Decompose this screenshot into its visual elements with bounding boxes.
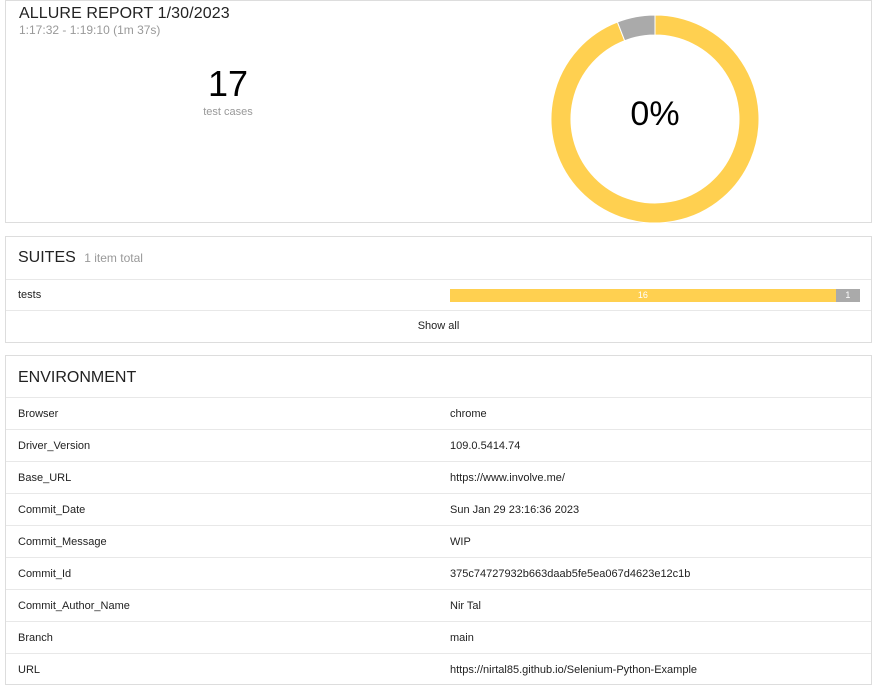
suite-name: tests <box>18 289 42 301</box>
environment-title: ENVIRONMENT <box>18 369 137 386</box>
env-row: URL https://nirtal85.github.io/Selenium-… <box>6 654 871 686</box>
env-key: Base_URL <box>18 472 72 484</box>
env-value: https://www.involve.me/ <box>450 472 565 484</box>
env-row: Commit_Author_Name Nir Tal <box>6 590 871 622</box>
env-key: Commit_Id <box>18 568 72 580</box>
report-title: ALLURE REPORT 1/30/2023 <box>19 5 230 22</box>
env-key: Commit_Message <box>18 536 107 548</box>
suites-item-count: 1 item total <box>84 251 143 265</box>
suite-bar-segment-skipped[interactable]: 1 <box>835 289 860 302</box>
test-case-count: 17 <box>207 63 249 104</box>
env-value: 375c74727932b663daab5fe5ea067d4623e12c1b <box>450 568 691 580</box>
show-all-link[interactable]: Show all <box>6 311 871 342</box>
report-time-range: 1:17:32 - 1:19:10 (1m 37s) <box>19 23 161 37</box>
env-row: Browser chrome <box>6 398 871 430</box>
env-value: WIP <box>450 536 471 548</box>
env-value: main <box>450 632 474 644</box>
env-row: Commit_Id 375c74727932b663daab5fe5ea067d… <box>6 558 871 590</box>
suites-header: SUITES 1 item total <box>6 237 871 280</box>
env-key: URL <box>18 664 41 676</box>
env-value: https://nirtal85.github.io/Selenium-Pyth… <box>450 664 698 676</box>
env-row: Driver_Version 109.0.5414.74 <box>6 430 871 462</box>
env-row: Commit_Date Sun Jan 29 23:16:36 2023 <box>6 494 871 526</box>
donut-segment-skipped[interactable] <box>616 14 656 42</box>
test-case-count-label: test cases <box>203 106 253 118</box>
env-value: Sun Jan 29 23:16:36 2023 <box>450 504 580 516</box>
environment-widget: ENVIRONMENT Browser chrome Driver_Versio… <box>5 355 872 685</box>
env-key: Branch <box>18 632 53 644</box>
suite-row[interactable]: tests 16 1 <box>6 280 871 311</box>
success-rate: 0% <box>630 95 680 133</box>
env-key: Commit_Author_Name <box>18 600 130 612</box>
env-key: Browser <box>18 408 59 420</box>
summary-widget: ALLURE REPORT 1/30/2023 1:17:32 - 1:19:1… <box>5 0 872 224</box>
environment-table: Browser chrome Driver_Version 109.0.5414… <box>6 398 871 686</box>
env-value: Nir Tal <box>450 600 481 612</box>
environment-header: ENVIRONMENT <box>6 356 871 398</box>
env-value: chrome <box>450 408 487 420</box>
env-row: Branch main <box>6 622 871 654</box>
env-row: Base_URL https://www.involve.me/ <box>6 462 871 494</box>
env-row: Commit_Message WIP <box>6 526 871 558</box>
env-key: Commit_Date <box>18 504 86 516</box>
env-key: Driver_Version <box>18 440 91 452</box>
suites-title: SUITES <box>18 249 76 266</box>
suite-bar-segment-broken[interactable]: 16 <box>450 289 836 302</box>
suite-status-bar[interactable]: 16 1 <box>450 289 860 302</box>
suites-widget: SUITES 1 item total tests 16 1 Show all <box>5 236 872 343</box>
env-value: 109.0.5414.74 <box>450 440 521 452</box>
